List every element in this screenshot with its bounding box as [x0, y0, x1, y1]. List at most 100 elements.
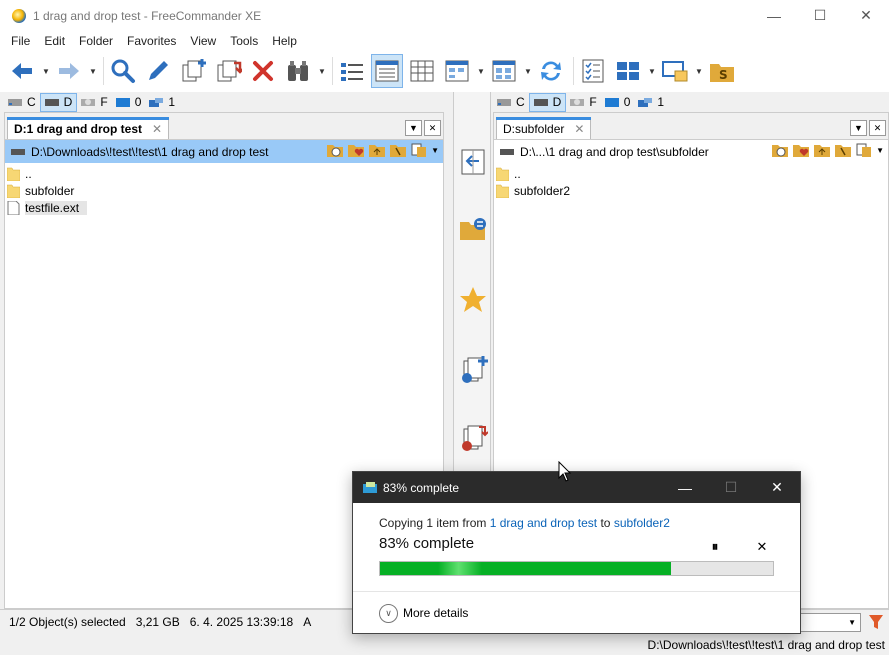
tab-dropdown-icon[interactable]: ▼	[405, 120, 422, 136]
source-link[interactable]: 1 drag and drop test	[490, 516, 597, 530]
compare-folders-icon[interactable]	[457, 214, 489, 246]
history-folder-icon[interactable]	[772, 143, 789, 157]
favorite-folder-icon[interactable]	[348, 143, 365, 157]
binoculars-dropdown-icon[interactable]: ▼	[317, 67, 327, 76]
drive-c[interactable]: C	[4, 93, 40, 112]
drive-network[interactable]: 1	[145, 93, 179, 112]
right-path-bar[interactable]: D:\...\1 drag and drop test\subfolder ▼	[494, 140, 888, 163]
network-drive-icon	[638, 97, 653, 107]
drive-icon	[11, 148, 25, 155]
dialog-close-button[interactable]: ✕	[754, 472, 800, 503]
drive-desktop[interactable]: 0	[601, 93, 635, 112]
file-name: subfolder	[25, 183, 75, 198]
drive-label: C	[27, 95, 36, 109]
view-list-icon[interactable]	[336, 54, 368, 88]
copy-files-icon[interactable]	[177, 54, 209, 88]
more-details-toggle[interactable]: ∨ More details	[353, 591, 800, 634]
menu-favorites[interactable]: Favorites	[120, 34, 183, 48]
menu-file[interactable]: File	[4, 34, 37, 48]
list-item[interactable]: subfolder	[5, 182, 443, 199]
panel-close-icon[interactable]: ✕	[869, 120, 886, 136]
cancel-copy-button[interactable]: ✕	[752, 537, 772, 557]
middle-button-bar	[453, 92, 491, 472]
favorite-folder-icon[interactable]	[793, 143, 810, 157]
binoculars-icon[interactable]	[282, 54, 314, 88]
edit-pencil-icon[interactable]	[142, 54, 174, 88]
pause-button[interactable]: ⏸	[705, 537, 725, 557]
left-tab[interactable]: D:1 drag and drop test ✕	[7, 117, 170, 139]
path-dropdown-icon[interactable]: ▼	[431, 146, 439, 155]
folder-icon	[7, 167, 20, 181]
layout-dropdown-icon[interactable]: ▼	[647, 67, 657, 76]
view-preview-icon[interactable]	[488, 54, 520, 88]
view-columns-icon[interactable]	[406, 54, 438, 88]
left-file-list: .. subfolder testfile.ext	[5, 163, 443, 216]
drive-network[interactable]: 1	[634, 93, 668, 112]
search-icon[interactable]	[107, 54, 139, 88]
drive-d[interactable]: D	[39, 92, 78, 112]
left-path-bar[interactable]: D:\Downloads\!test\!test\1 drag and drop…	[5, 140, 443, 163]
panel-close-icon[interactable]: ✕	[424, 120, 441, 136]
forward-dropdown-icon[interactable]: ▼	[88, 67, 98, 76]
menu-folder[interactable]: Folder	[72, 34, 120, 48]
drive-f[interactable]: F	[566, 93, 600, 112]
checklist-icon[interactable]	[577, 54, 609, 88]
dialog-minimize-button[interactable]: —	[662, 472, 708, 503]
back-arrow-icon[interactable]	[6, 54, 38, 88]
filter-funnel-icon[interactable]	[869, 614, 883, 630]
tab-close-icon[interactable]: ✕	[152, 122, 162, 136]
list-item[interactable]: testfile.ext	[5, 199, 443, 216]
move-files-icon[interactable]	[212, 54, 244, 88]
app-logo-icon	[12, 8, 26, 23]
minimize-button[interactable]: —	[751, 0, 797, 31]
view-preview-dropdown-icon[interactable]: ▼	[523, 67, 533, 76]
root-folder-icon[interactable]	[835, 143, 852, 157]
favorites-star-icon[interactable]	[457, 284, 489, 316]
view-thumbnails-icon[interactable]	[441, 54, 473, 88]
parent-folder-icon[interactable]	[369, 143, 386, 157]
drive-f[interactable]: F	[77, 93, 111, 112]
path-dropdown-icon[interactable]: ▼	[876, 146, 884, 155]
view-details-icon[interactable]	[371, 54, 403, 88]
folder-s-icon[interactable]: S	[706, 54, 738, 88]
right-tab[interactable]: D:subfolder ✕	[496, 117, 592, 139]
refresh-sync-icon[interactable]	[535, 54, 567, 88]
copy-path-icon[interactable]	[856, 143, 872, 157]
delete-icon[interactable]	[247, 54, 279, 88]
root-folder-icon[interactable]	[390, 143, 407, 157]
close-button[interactable]: ✕	[843, 0, 889, 31]
menu-tools[interactable]: Tools	[223, 34, 265, 48]
list-item[interactable]: ..	[5, 165, 443, 182]
drive-bar-right: C D F 0 1	[493, 92, 889, 112]
monitor-icon[interactable]	[659, 54, 691, 88]
copy-to-icon[interactable]	[457, 354, 489, 386]
file-name: ..	[514, 166, 521, 181]
list-item[interactable]: subfolder2	[494, 182, 888, 199]
drive-d[interactable]: D	[528, 92, 567, 112]
parent-folder-icon[interactable]	[814, 143, 831, 157]
history-folder-icon[interactable]	[327, 143, 344, 157]
menu-edit[interactable]: Edit	[37, 34, 72, 48]
monitor-dropdown-icon[interactable]: ▼	[694, 67, 704, 76]
maximize-button[interactable]: ☐	[797, 0, 843, 31]
drive-c[interactable]: C	[493, 93, 529, 112]
back-dropdown-icon[interactable]: ▼	[41, 67, 51, 76]
tab-close-icon[interactable]: ✕	[574, 122, 584, 136]
menu-help[interactable]: Help	[265, 34, 304, 48]
destination-link[interactable]: subfolder2	[614, 516, 670, 530]
drive-desktop[interactable]: 0	[112, 93, 146, 112]
dialog-body: Copying 1 item from 1 drag and drop test…	[353, 503, 800, 576]
sync-panels-icon[interactable]	[457, 146, 489, 178]
drive-label: D	[552, 95, 562, 109]
desktop-icon	[115, 97, 130, 107]
layout-grid-icon[interactable]	[612, 54, 644, 88]
forward-arrow-icon[interactable]	[53, 54, 85, 88]
copy-path-icon[interactable]	[411, 143, 427, 157]
file-name: testfile.ext	[25, 200, 88, 215]
move-to-icon[interactable]	[457, 422, 489, 454]
dialog-maximize-button: ☐	[724, 479, 738, 495]
view-thumbnails-dropdown-icon[interactable]: ▼	[476, 67, 486, 76]
menu-view[interactable]: View	[183, 34, 223, 48]
tab-dropdown-icon[interactable]: ▼	[850, 120, 867, 136]
list-item[interactable]: ..	[494, 165, 888, 182]
